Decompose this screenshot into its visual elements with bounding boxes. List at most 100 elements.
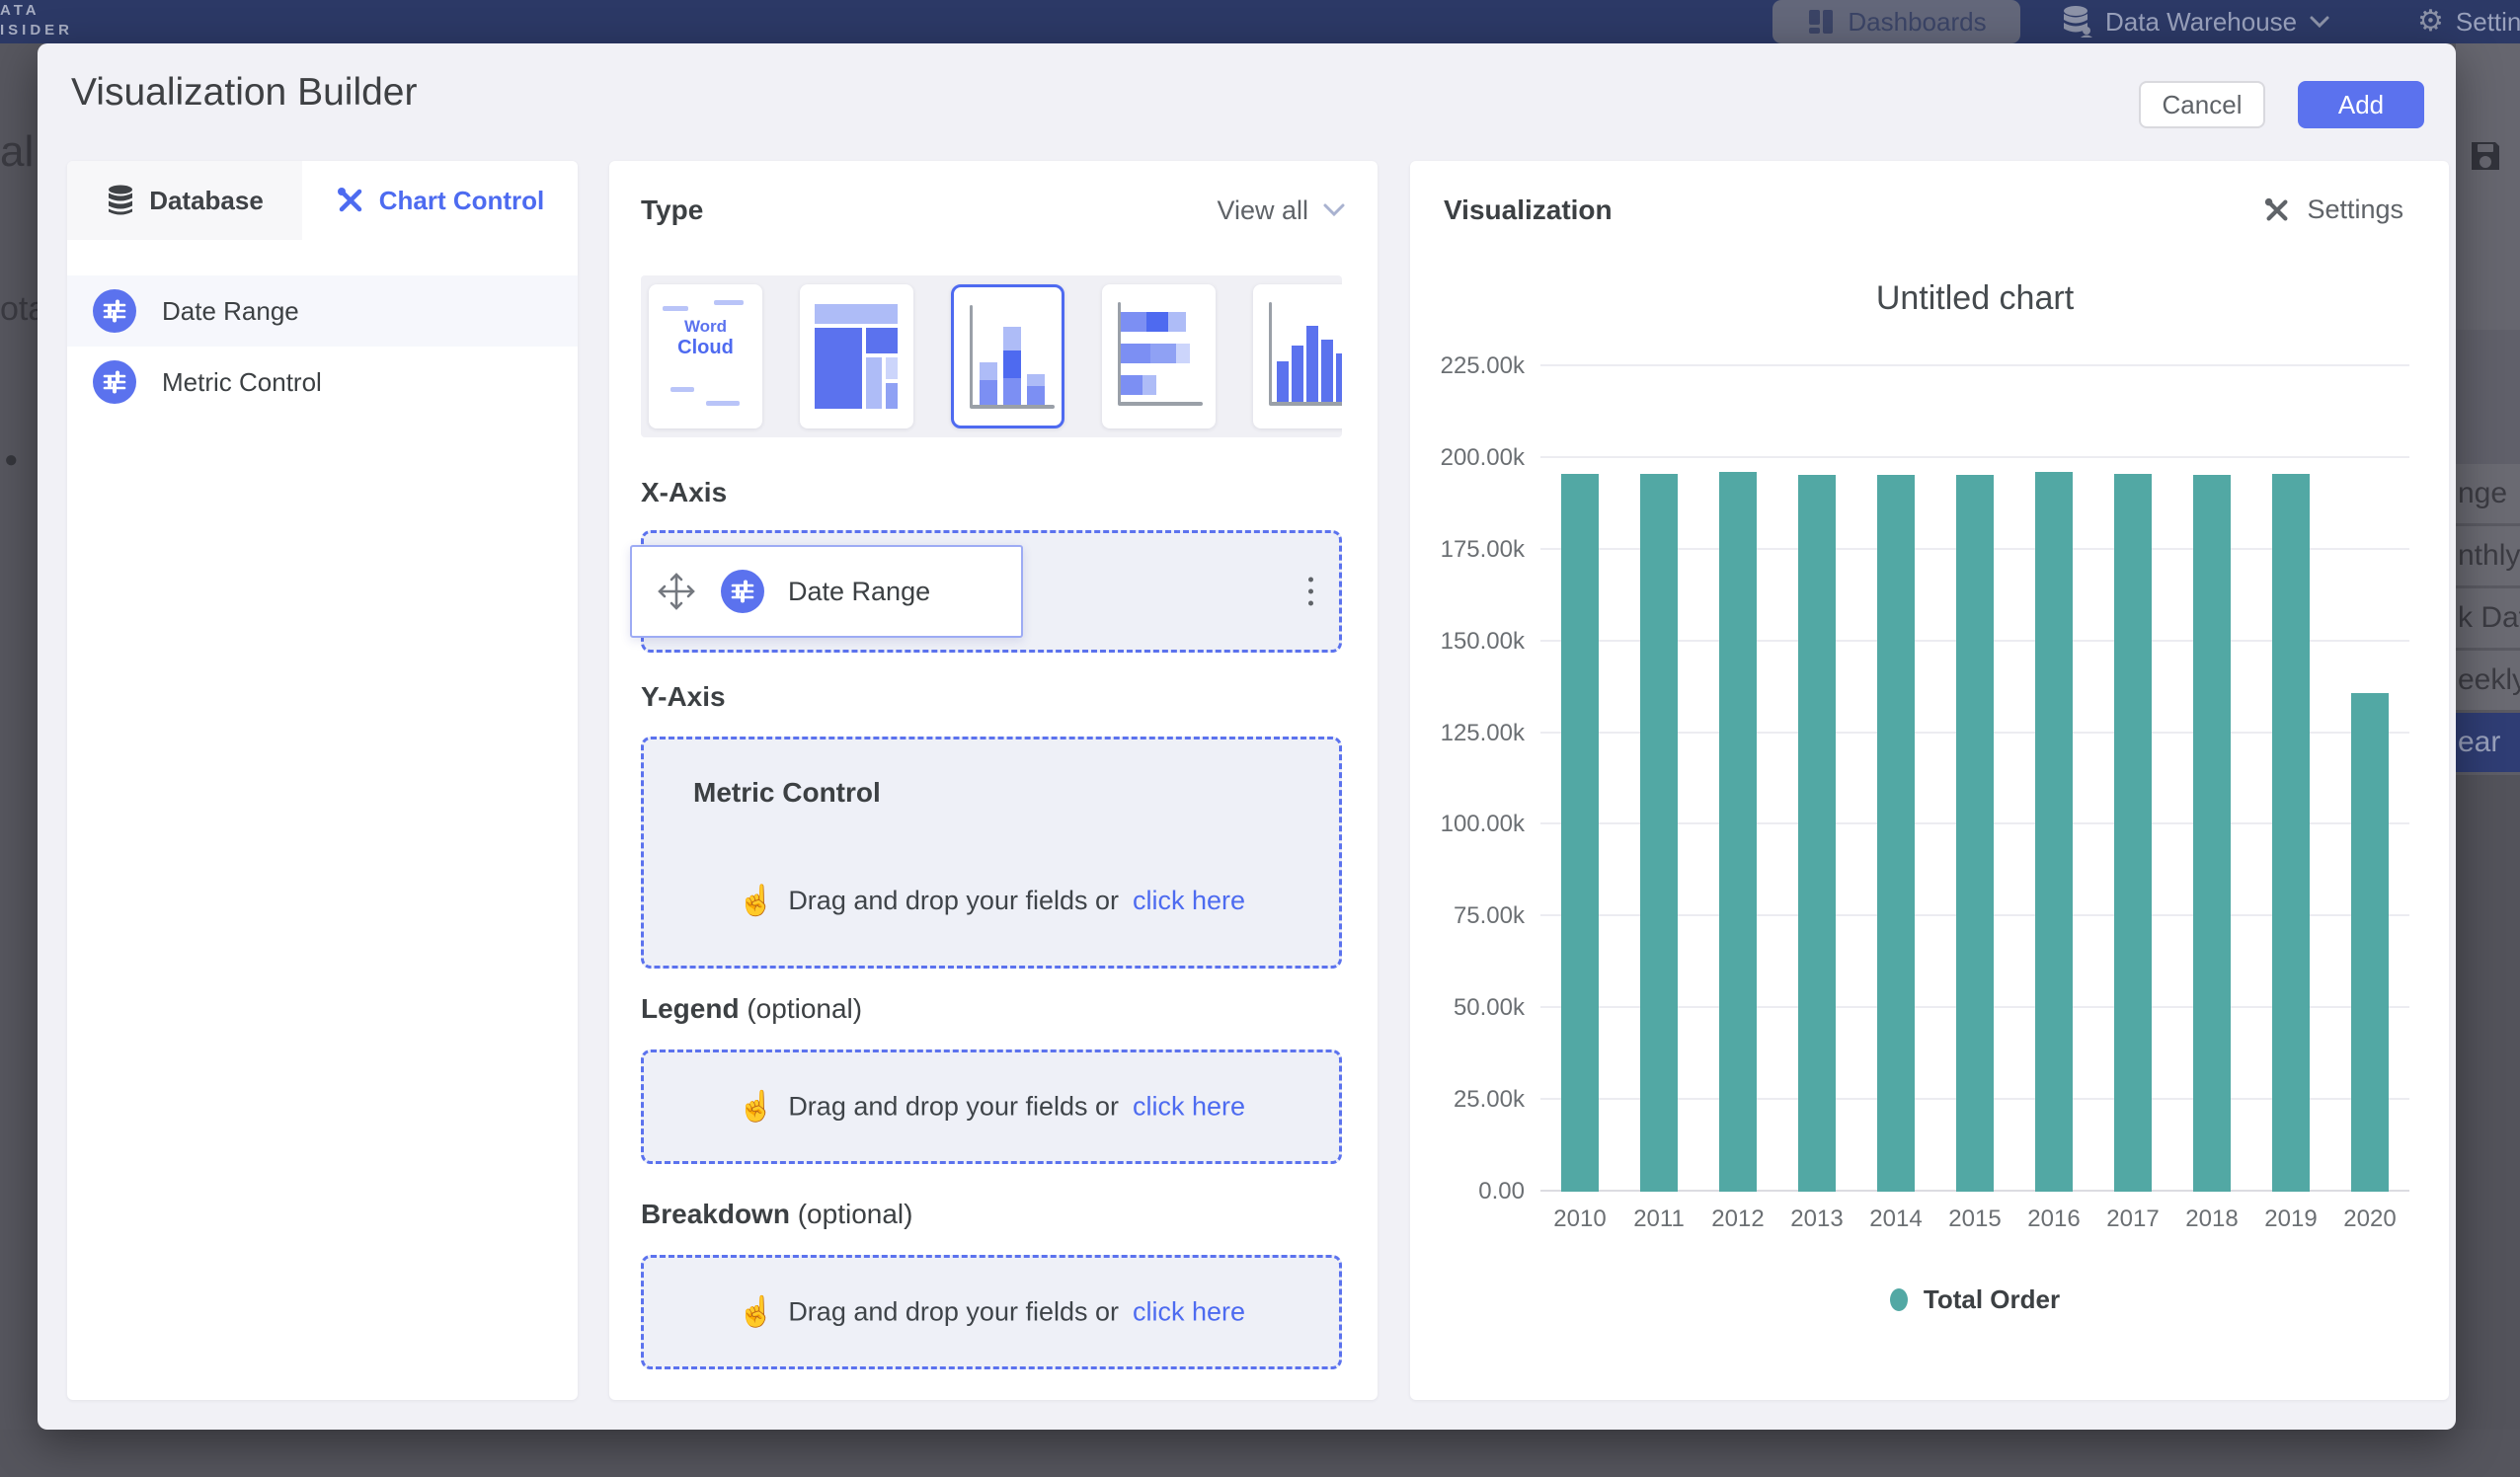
breakdown-section-label: Breakdown (optional) (641, 1199, 912, 1230)
legend-label: Total Order (1924, 1284, 2060, 1315)
x-tick-label: 2018 (2185, 1205, 2238, 1233)
x-axis-dropzone[interactable]: Date Range Date Range (641, 530, 1342, 653)
y-tick-label: 125.00k (1441, 720, 1525, 747)
click-here-link[interactable]: click here (1133, 1092, 1245, 1123)
kebab-menu-icon[interactable] (1308, 578, 1313, 606)
tab-database[interactable]: Database (67, 161, 302, 240)
tab-chart-control-label: Chart Control (379, 186, 545, 216)
word-cloud-mini (670, 387, 694, 392)
bullet-icon: ● (4, 446, 19, 474)
tap-hand-icon: ☝ (738, 1090, 774, 1125)
x-tick-label: 2015 (1948, 1205, 2001, 1233)
type-section-label: Type (641, 194, 703, 226)
bar-chart-plot: 225.00k200.00k175.00k150.00k125.00k100.0… (1540, 366, 2409, 1192)
y-axis-section-label: Y-Axis (641, 681, 726, 713)
tab-chart-control[interactable]: Chart Control (302, 161, 578, 240)
clipped-text-fragment: al (0, 127, 34, 177)
nav-settings-label: Settings (2456, 7, 2520, 38)
y-tick-label: 100.00k (1441, 811, 1525, 838)
bar-2018 (2193, 475, 2231, 1192)
control-item-date-range[interactable]: Date Range (67, 275, 578, 347)
chart-type-treemap-card[interactable] (800, 284, 913, 428)
chevron-down-icon (1322, 202, 1346, 218)
x-axis-section-label: X-Axis (641, 477, 727, 508)
treemap-block (866, 328, 898, 353)
background-page-left-strip: al ota ● (0, 43, 38, 1430)
treemap-block (815, 304, 898, 324)
background-page-right-strip: nge nthly k Date eekly ear (2456, 43, 2520, 1430)
cancel-button[interactable]: Cancel (2139, 81, 2265, 128)
tools-icon (2263, 196, 2291, 224)
mini-bar-seg (1176, 344, 1190, 363)
sliders-icon (93, 360, 136, 404)
x-tick-label: 2013 (1790, 1205, 1843, 1233)
modal-title: Visualization Builder (71, 71, 418, 115)
mini-axis (970, 305, 973, 408)
visualization-builder-modal: Visualization Builder Cancel Add Databas… (38, 43, 2456, 1430)
treemap-block (886, 357, 898, 379)
background-toolbar (2456, 43, 2520, 330)
view-all-label: View all (1217, 195, 1308, 226)
add-button[interactable]: Add (2298, 81, 2424, 128)
y-tick-label: 75.00k (1454, 902, 1525, 930)
background-menu-item: nthly (2456, 523, 2520, 585)
mini-bar (1277, 361, 1289, 402)
mini-bar-seg (1121, 312, 1146, 332)
word-cloud-mini (714, 300, 744, 305)
x-tick-label: 2019 (2264, 1205, 2317, 1233)
control-list: Date Range Metric Control (67, 275, 578, 418)
top-navbar: ATA ISIDER Dashboards Data Warehouse ⚙ S… (0, 0, 2520, 43)
background-spacer (2456, 330, 2520, 464)
y-tick-label: 0.00 (1478, 1178, 1525, 1205)
chart-type-horizontal-bar-card[interactable] (1102, 284, 1216, 428)
legend-section-label: Legend (optional) (641, 993, 862, 1025)
bar-2011 (1640, 474, 1678, 1192)
background-menu-item: nge (2456, 464, 2520, 523)
chart-type-word-cloud-card[interactable]: Word Cloud (649, 284, 762, 428)
chart-type-stacked-column-card[interactable] (951, 284, 1064, 428)
gear-icon: ⚙ (2417, 7, 2444, 37)
bar-2015 (1956, 475, 1994, 1192)
gridline (1540, 364, 2409, 366)
mini-bar-seg (1003, 378, 1021, 405)
x-tick-label: 2017 (2106, 1205, 2159, 1233)
mini-bar-seg (980, 380, 997, 405)
bar-2019 (2272, 474, 2310, 1192)
word-cloud-word: Cloud (649, 337, 762, 358)
view-all-dropdown[interactable]: View all (1217, 195, 1346, 226)
word-cloud-word: Word (649, 318, 762, 337)
breakdown-dropzone[interactable]: ☝ Drag and drop your fields or click her… (641, 1255, 1342, 1369)
builder-panel: Type View all Word Cloud (609, 161, 1378, 1400)
chart-title: Untitled chart (1540, 279, 2409, 318)
visualization-header: Visualization (1444, 194, 1613, 226)
treemap-block (886, 383, 898, 409)
dashboard-icon (1806, 7, 1836, 37)
click-here-link[interactable]: click here (1133, 1297, 1245, 1328)
bar-2013 (1798, 475, 1836, 1192)
legend-dropzone[interactable]: ☝ Drag and drop your fields or click her… (641, 1049, 1342, 1164)
sliders-icon (93, 289, 136, 333)
logo-line-1: ATA (0, 1, 73, 21)
x-tick-label: 2020 (2343, 1205, 2396, 1233)
mini-axis (970, 405, 1055, 409)
mini-bar (1292, 346, 1303, 402)
mini-bar-seg (1121, 375, 1142, 395)
nav-item-dashboards: Dashboards (1772, 0, 2020, 43)
mini-bar (1321, 340, 1333, 402)
tap-hand-icon: ☝ (738, 884, 774, 918)
visualization-panel: Visualization Settings Untitled chart 22… (1410, 161, 2449, 1400)
date-range-drag-chip[interactable]: Date Range (630, 545, 1023, 638)
mini-axis (1118, 402, 1203, 406)
drag-chip-label: Date Range (788, 577, 930, 607)
y-tick-label: 225.00k (1441, 352, 1525, 380)
click-here-link[interactable]: click here (1133, 886, 1245, 916)
chart-type-column-card[interactable] (1253, 284, 1342, 428)
move-icon (656, 571, 697, 612)
save-icon (2468, 138, 2503, 174)
y-axis-dropzone[interactable]: Metric Control ☝ Drag and drop your fiel… (641, 737, 1342, 969)
mini-axis (1269, 302, 1272, 405)
control-item-metric-control[interactable]: Metric Control (67, 347, 578, 418)
mini-bar-seg (980, 362, 997, 380)
chart-legend[interactable]: Total Order (1540, 1284, 2409, 1315)
settings-button[interactable]: Settings (2263, 194, 2403, 225)
